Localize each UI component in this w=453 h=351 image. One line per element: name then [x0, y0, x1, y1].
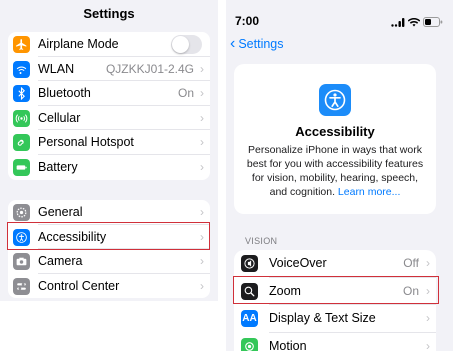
settings-row-label: Airplane Mode — [38, 37, 119, 51]
left-settings-screen: Settings Airplane Mode WLAN QJZKKJ01-2.4… — [0, 0, 218, 351]
chevron-right-icon: › — [426, 311, 430, 325]
settings-row-battery[interactable]: Battery › — [8, 155, 210, 180]
settings-row-label: Personal Hotspot — [38, 135, 134, 150]
bluetooth-icon — [13, 85, 30, 103]
chevron-right-icon: › — [200, 159, 204, 174]
status-icons — [391, 14, 443, 32]
settings-row-cellular[interactable]: Cellular › — [8, 106, 210, 131]
bluetooth-value: On — [177, 86, 194, 101]
text-size-icon: AA — [241, 310, 258, 327]
motion-icon — [241, 337, 258, 351]
airplane-icon — [13, 36, 30, 53]
cellular-icon — [13, 109, 30, 127]
accessibility-large-icon — [319, 84, 351, 116]
card-title: Accessibility — [295, 124, 375, 139]
settings-row-label: WLAN — [38, 61, 75, 76]
settings-row-wlan[interactable]: WLAN QJZKKJ01-2.4G › — [8, 57, 210, 82]
wifi-status-icon — [407, 14, 421, 32]
back-label: Settings — [238, 37, 284, 51]
control-center-icon — [13, 277, 30, 295]
settings-row-motion[interactable]: Motion › — [234, 333, 436, 351]
settings-row-display-text-size[interactable]: AA Display & Text Size › — [234, 305, 436, 333]
settings-row-camera[interactable]: Camera › — [8, 249, 210, 274]
settings-row-label: Display & Text Size — [269, 311, 376, 325]
battery-icon — [13, 158, 30, 176]
settings-row-airplane-mode[interactable]: Airplane Mode — [8, 32, 210, 57]
wlan-network-value: QJZKKJ01-2.4G — [105, 61, 194, 76]
signal-icon — [391, 14, 405, 32]
chevron-right-icon: › — [200, 254, 204, 269]
status-time: 7:00 — [235, 14, 260, 28]
back-button[interactable]: ‹ Settings — [230, 36, 284, 52]
chevron-right-icon: › — [200, 86, 204, 101]
settings-row-label: Battery — [38, 159, 78, 174]
airplane-mode-toggle[interactable] — [171, 35, 202, 54]
settings-row-label: VoiceOver — [269, 256, 327, 270]
page-title: Settings — [83, 6, 135, 21]
highlight-accessibility-row — [7, 222, 210, 250]
settings-row-control-center[interactable]: Control Center › — [8, 274, 210, 299]
accessibility-header-card: Accessibility Personalize iPhone in ways… — [234, 64, 436, 214]
voiceover-icon — [241, 255, 258, 272]
chevron-right-icon: › — [200, 61, 204, 76]
settings-row-label: Bluetooth — [38, 86, 91, 101]
settings-row-bluetooth[interactable]: Bluetooth On › — [8, 81, 210, 106]
gear-icon — [13, 204, 30, 221]
card-description: Personalize iPhone in ways that work bes… — [242, 143, 428, 199]
chevron-right-icon: › — [426, 256, 430, 270]
toggle-knob — [172, 36, 189, 53]
learn-more-link[interactable]: Learn more... — [338, 186, 400, 198]
voiceover-value: Off — [403, 256, 419, 270]
settings-row-voiceover[interactable]: VoiceOver Off › — [234, 250, 436, 278]
battery-status-icon — [423, 14, 443, 32]
highlight-zoom-row — [233, 276, 439, 304]
settings-row-label: Camera — [38, 254, 83, 269]
camera-icon — [13, 253, 30, 271]
settings-row-label: Control Center — [38, 278, 120, 293]
settings-row-general[interactable]: General › — [8, 200, 210, 225]
wifi-icon — [13, 60, 30, 78]
chevron-right-icon: › — [200, 205, 204, 219]
settings-row-label: Cellular — [38, 110, 81, 125]
chevron-right-icon: › — [426, 338, 430, 351]
connectivity-group: Airplane Mode WLAN QJZKKJ01-2.4G › Bluet… — [8, 32, 210, 180]
chevron-right-icon: › — [200, 278, 204, 293]
chevron-left-icon: ‹ — [230, 35, 236, 52]
settings-row-label: Motion — [269, 338, 307, 351]
chevron-right-icon: › — [200, 135, 204, 150]
settings-row-personal-hotspot[interactable]: Personal Hotspot › — [8, 130, 210, 155]
chevron-right-icon: › — [200, 110, 204, 125]
settings-row-label: General — [38, 205, 83, 219]
section-header-vision: VISION — [245, 236, 278, 246]
hotspot-icon — [13, 134, 30, 152]
